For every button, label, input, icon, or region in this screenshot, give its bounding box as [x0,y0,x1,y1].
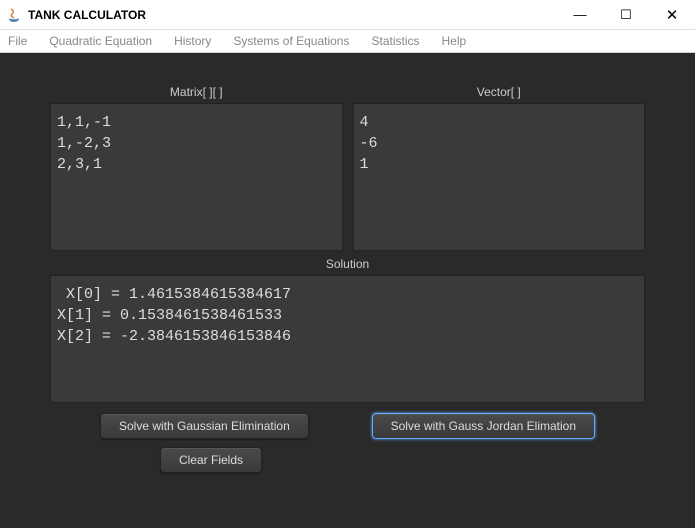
matrix-label: Matrix[ ][ ] [50,85,343,99]
content-area: Matrix[ ][ ] 1,1,-1 1,-2,3 2,3,1 Vector[… [0,53,695,528]
maximize-button[interactable]: ☐ [603,0,649,30]
solution-label: Solution [50,257,645,271]
matrix-panel: Matrix[ ][ ] 1,1,-1 1,-2,3 2,3,1 [50,85,343,251]
vector-input[interactable]: 4 -6 1 [353,103,646,251]
clear-fields-button[interactable]: Clear Fields [160,447,262,473]
window-title: TANK CALCULATOR [28,8,557,22]
close-button[interactable]: ✕ [649,0,695,30]
vector-panel: Vector[ ] 4 -6 1 [353,85,646,251]
solve-button-row: Solve with Gaussian Elimination Solve wi… [50,413,645,439]
matrix-input[interactable]: 1,1,-1 1,-2,3 2,3,1 [50,103,343,251]
menu-file[interactable]: File [8,34,27,48]
minimize-button[interactable]: — [557,0,603,30]
menu-statistics[interactable]: Statistics [371,34,419,48]
solve-gauss-jordan-button[interactable]: Solve with Gauss Jordan Elimation [372,413,595,439]
solution-panel: Solution X[0] = 1.4615384615384617 X[1] … [50,257,645,403]
menu-quadratic[interactable]: Quadratic Equation [49,34,152,48]
menu-help[interactable]: Help [442,34,467,48]
input-row: Matrix[ ][ ] 1,1,-1 1,-2,3 2,3,1 Vector[… [50,85,645,251]
menu-bar: File Quadratic Equation History Systems … [0,30,695,53]
title-bar: TANK CALCULATOR — ☐ ✕ [0,0,695,30]
java-icon [6,7,22,23]
solve-gaussian-button[interactable]: Solve with Gaussian Elimination [100,413,309,439]
clear-button-row: Clear Fields [50,447,645,473]
vector-label: Vector[ ] [353,85,646,99]
solution-output[interactable]: X[0] = 1.4615384615384617 X[1] = 0.15384… [50,275,645,403]
menu-systems[interactable]: Systems of Equations [233,34,349,48]
menu-history[interactable]: History [174,34,211,48]
